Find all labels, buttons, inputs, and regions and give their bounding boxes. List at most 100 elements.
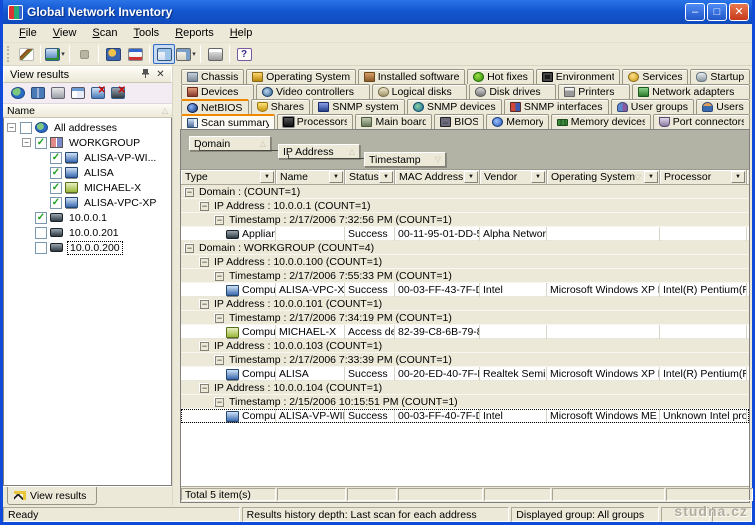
table-row[interactable]: ComputerMICHAEL-XAccess denied82-39-C8-6… [181,325,749,339]
tab-snmp-interfaces[interactable]: SNMP interfaces [504,99,609,114]
snapshot-icon[interactable] [51,87,65,99]
dropdown-caret-icon[interactable]: ▾ [61,50,65,58]
maximize-button[interactable]: □ [707,3,727,21]
tab-processors[interactable]: Processors [277,114,354,129]
tree-item-alisa-vpc-xp[interactable]: ✓ ALISA-VPC-XP [4,195,171,210]
tab-video-controllers[interactable]: Video controllers [256,84,370,99]
tab-disk-drives[interactable]: Disk drives [469,84,556,99]
group-row[interactable]: −IP Address : 10.0.0.101 (COUNT=1) [181,297,749,311]
checkbox[interactable]: ✓ [50,197,62,209]
collapse-icon[interactable]: − [215,356,224,365]
toolbar-grip[interactable] [7,46,11,62]
panel-close-icon[interactable]: ✕ [153,68,168,82]
checkbox[interactable] [35,242,47,254]
group-row[interactable]: −IP Address : 10.0.0.103 (COUNT=1) [181,339,749,353]
tab-services[interactable]: Services [622,69,688,84]
menu-scan[interactable]: Scan [84,25,125,41]
filter-dropdown-icon[interactable]: ▼ [379,171,393,183]
tab-main-board[interactable]: Main board [355,114,432,129]
tab-view-results[interactable]: View results [7,487,97,505]
tree-item-label[interactable]: 10.0.0.201 [67,227,121,239]
tab-environment[interactable]: Environment [536,69,621,84]
collapse-icon[interactable]: − [215,272,224,281]
tab-snmp-devices[interactable]: SNMP devices [407,99,502,114]
group-row[interactable]: −Domain : WORKGROUP (COUNT=4) [181,241,749,255]
filter-dropdown-icon[interactable]: ▼ [731,171,745,183]
tab-logical-disks[interactable]: Logical disks [372,84,468,99]
group-row[interactable]: −Timestamp : 2/17/2006 7:32:56 PM (COUNT… [181,213,749,227]
column-header-operating-system[interactable]: Operating System ▽▼ [547,170,660,184]
tab-snmp-system[interactable]: SNMP system [312,99,405,114]
filter-dropdown-icon[interactable]: ▼ [329,171,343,183]
tree-item-label[interactable]: 10.0.0.1 [67,212,109,224]
tree-item-10-0-0-200[interactable]: 10.0.0.200 [4,240,171,255]
group-row[interactable]: −IP Address : 10.0.0.1 (COUNT=1) [181,199,749,213]
tab-shares[interactable]: Shares [251,99,311,114]
globe-icon[interactable] [11,87,25,99]
tab-installed-software[interactable]: Installed software [358,69,465,84]
menu-help[interactable]: Help [222,25,261,41]
tree-item-all-addresses[interactable]: − All addresses [4,120,171,135]
tree-item-alisa-vp-wi-[interactable]: ✓ ALISA-VP-WI... [4,150,171,165]
tree-item-label[interactable]: ALISA-VPC-XP [82,197,158,209]
column-header-mac-address[interactable]: MAC Address▼ [395,170,480,184]
tab-startup[interactable]: Startup [690,69,750,84]
column-header-status[interactable]: Status▼ [345,170,395,184]
tree-item-10-0-0-201[interactable]: 10.0.0.201 [4,225,171,240]
tab-hot-fixes[interactable]: Hot fixes [467,69,534,84]
collapse-icon[interactable]: − [215,216,224,225]
collapse-icon[interactable]: − [200,384,209,393]
column-header-type[interactable]: Type▼ [181,170,276,184]
delete-address-icon[interactable] [111,87,125,99]
column-header-processor[interactable]: Processor▼ [660,170,747,184]
checkbox[interactable]: ✓ [35,137,47,149]
table-row[interactable]: ComputerALISA-VP-WIN98Success00-03-FF-40… [181,409,749,423]
minimize-button[interactable]: – [685,3,705,21]
tree-item-label[interactable]: MICHAEL-X [82,182,143,194]
tree-column-header[interactable]: Name △ [3,104,172,118]
checkbox[interactable] [20,122,32,134]
wizard-button[interactable] [15,44,37,64]
collapse-icon[interactable]: − [200,300,209,309]
group-row[interactable]: −Timestamp : 2/17/2006 7:33:39 PM (COUNT… [181,353,749,367]
menu-view[interactable]: View [45,25,85,41]
collapse-icon[interactable]: − [200,258,209,267]
tab-port-connectors[interactable]: Port connectors [653,114,750,129]
group-row[interactable]: −Timestamp : 2/15/2006 10:15:51 PM (COUN… [181,395,749,409]
columns-icon[interactable] [71,87,85,99]
tree-item-label[interactable]: ALISA [82,167,116,179]
print-button[interactable] [204,44,226,64]
close-button[interactable]: ✕ [729,3,749,21]
tab-netbios[interactable]: NetBIOS [181,99,249,114]
collapse-icon[interactable]: − [185,188,194,197]
tab-printers[interactable]: Printers [558,84,630,99]
checkbox[interactable]: ✓ [50,167,62,179]
filter-dropdown-icon[interactable]: ▼ [260,171,274,183]
tree-item-10-0-0-1[interactable]: ✓10.0.0.1 [4,210,171,225]
tab-users[interactable]: Users [696,99,750,114]
tab-memory[interactable]: Memory [486,114,549,129]
collapse-icon[interactable]: − [215,314,224,323]
group-row[interactable]: −Timestamp : 2/17/2006 7:55:33 PM (COUNT… [181,269,749,283]
column-header-name[interactable]: Name▼ [276,170,345,184]
tree-item-label[interactable]: 10.0.0.200 [67,241,123,255]
tree-item-label[interactable]: ALISA-VP-WI... [82,152,158,164]
stop-button[interactable] [73,44,95,64]
table-row[interactable]: ComputerALISA-VPC-XPSuccess00-03-FF-43-7… [181,283,749,297]
collapse-icon[interactable]: − [185,244,194,253]
tab-chassis[interactable]: Chassis [181,69,244,84]
report-button[interactable] [124,44,146,64]
checkbox[interactable]: ✓ [50,152,62,164]
tree-item-label[interactable]: All addresses [52,122,119,134]
table-row[interactable]: ApplianceSuccess00-11-95-01-DD-54Alpha N… [181,227,749,241]
tab-network-adapters[interactable]: Network adapters [632,84,750,99]
tab-scan-summary[interactable]: Scan summary [181,114,275,129]
network-computers-icon[interactable] [31,87,45,99]
group-row[interactable]: −IP Address : 10.0.0.104 (COUNT=1) [181,381,749,395]
group-by-timestamp[interactable]: Timestamp▽ [364,152,446,167]
table-row[interactable]: ComputerALISASuccess00-20-ED-40-7F-D6Rea… [181,367,749,381]
expand-collapse-icon[interactable]: − [7,123,16,132]
expand-collapse-icon[interactable]: − [22,138,31,147]
collapse-icon[interactable]: − [215,398,224,407]
filter-dropdown-icon[interactable]: ▼ [531,171,545,183]
